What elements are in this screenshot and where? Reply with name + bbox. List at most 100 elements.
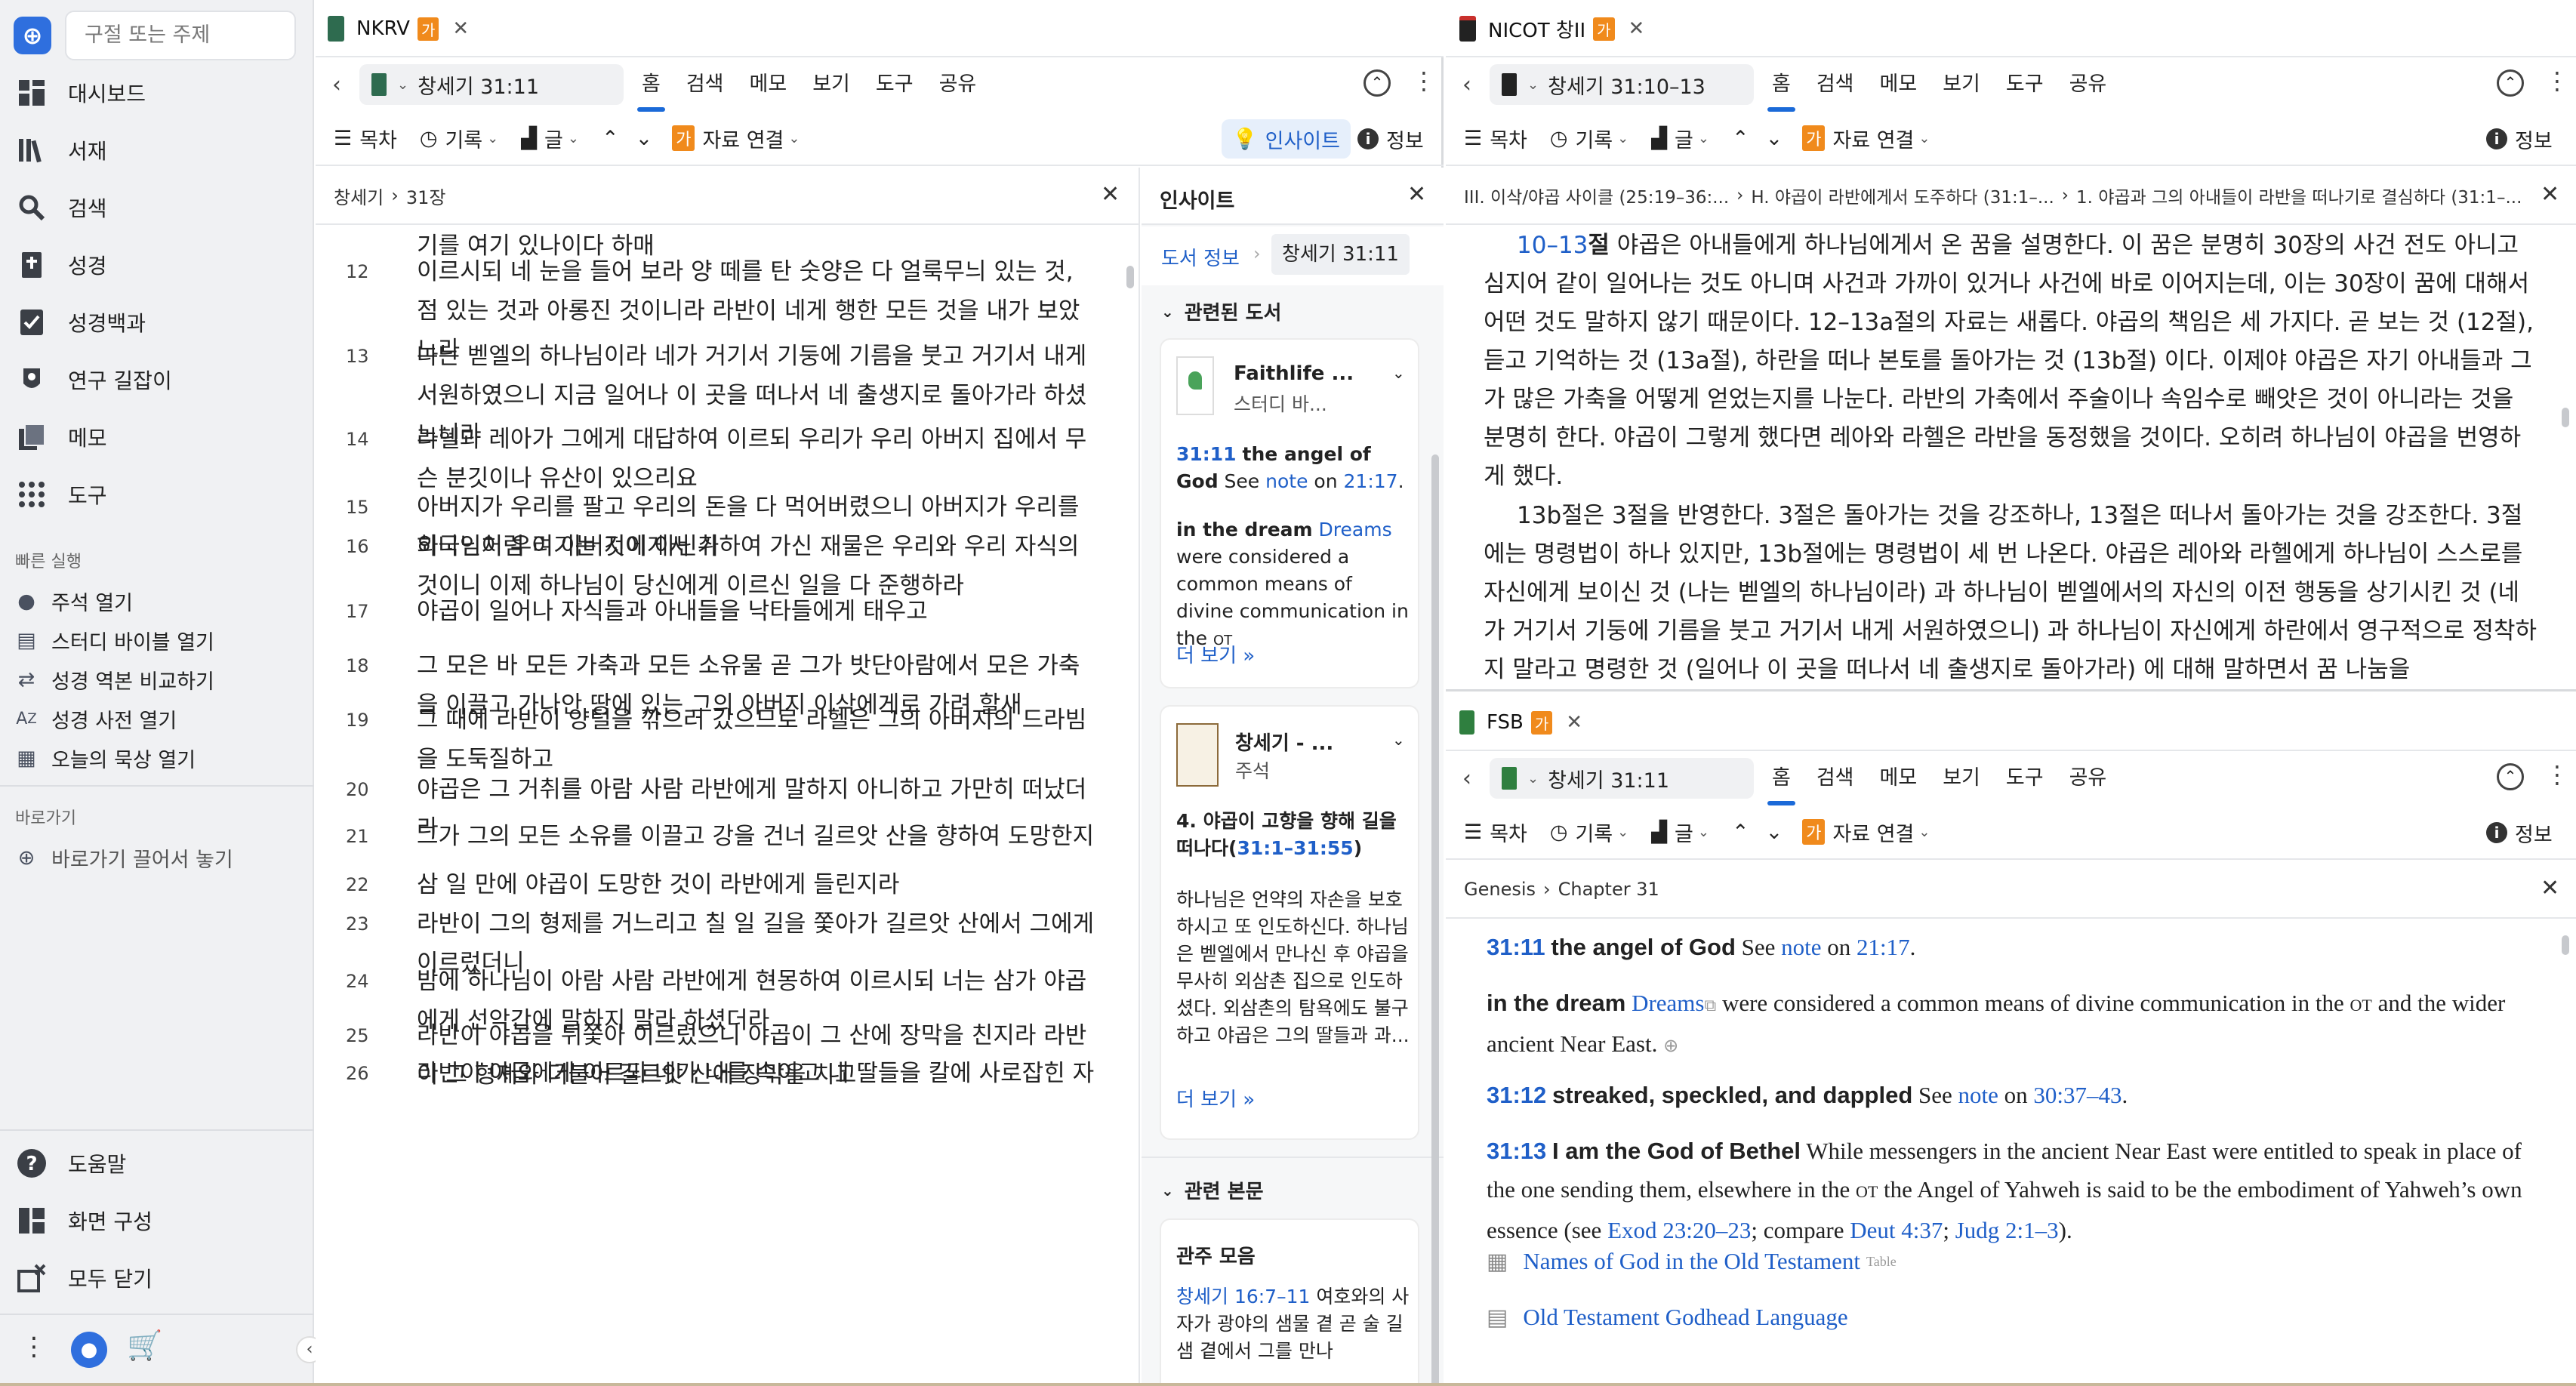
tab-view[interactable]: 보기 — [1943, 57, 1980, 112]
shortcut-drop-zone[interactable]: ⊕ 바로가기 끌어서 놓기 — [0, 838, 314, 877]
note-verse-link[interactable]: 21:17 — [1857, 934, 1910, 960]
insights-button[interactable]: 💡 인사이트 — [1222, 119, 1351, 159]
sidebar-item-factbook[interactable]: 성경백과 — [0, 294, 314, 350]
nkrv-tab[interactable]: NKRV 가 ✕ — [328, 0, 469, 57]
note-ref[interactable]: 31:12 — [1487, 1082, 1546, 1108]
sidebar-item-dashboard[interactable]: 대시보드 — [0, 65, 314, 121]
more-menu-icon[interactable]: ⋮ — [21, 1332, 47, 1362]
info-button[interactable]: i 정보 — [1357, 119, 1424, 159]
more-options-icon[interactable]: ⋮ — [1412, 66, 1436, 95]
sidebar-item-notes[interactable]: 메모 — [0, 409, 314, 465]
related-books-toggle[interactable]: ⌄ 관련된 도서 — [1161, 297, 1281, 325]
nicot-tab[interactable]: NICOT 창II 가 ✕ — [1459, 0, 1644, 57]
crumb-level-1[interactable]: III. 이삭/야곱 사이클 (25:19–36:... — [1464, 183, 1729, 208]
tab-notes[interactable]: 메모 — [1880, 57, 1918, 112]
note-link[interactable]: note — [1781, 934, 1821, 960]
resource-link[interactable]: Old Testament Godhead Language — [1523, 1304, 1847, 1331]
chevron-down-icon[interactable]: ⌄ — [1392, 364, 1405, 382]
reference-box[interactable]: ⌄ 창세기 31:11 — [359, 64, 624, 105]
quick-open-commentary[interactable]: ● 주석 열기 — [0, 581, 314, 621]
reference-box[interactable]: ⌄ 창세기 31:11 — [1490, 758, 1754, 799]
reference-box[interactable]: ⌄ 창세기 31:10–13 — [1490, 64, 1754, 105]
sync-icon[interactable]: ⌃ — [1363, 69, 1391, 97]
close-tab-icon[interactable]: ✕ — [1628, 17, 1645, 40]
prev-button[interactable]: ⌃ — [602, 127, 619, 150]
account-avatar[interactable]: ● — [71, 1332, 107, 1368]
crumb-level-2[interactable]: H. 야곱이 라반에게서 도주하다 (31:1–... — [1751, 183, 2054, 208]
sidebar-item-close-all[interactable]: 모두 닫기 — [0, 1250, 314, 1306]
tab-tools[interactable]: 도구 — [2006, 57, 2044, 112]
tab-share[interactable]: 공유 — [2069, 57, 2107, 112]
info-button[interactable]: i 정보 — [2486, 119, 2553, 159]
sidebar-item-tools[interactable]: 도구 — [0, 467, 314, 522]
dreams-link[interactable]: Dreams — [1319, 519, 1392, 541]
more-options-icon[interactable]: ⋮ — [2545, 760, 2569, 789]
scrollbar-thumb[interactable] — [1126, 266, 1134, 288]
tab-tools[interactable]: 도구 — [2006, 751, 2044, 805]
crumb-level-3[interactable]: 1. 야곱과 그의 아내들이 라반을 떠나기로 결심하다 (31:1–... — [2076, 183, 2522, 208]
text-button[interactable]: ▟ 글 ⌄ — [1651, 818, 1709, 847]
sync-icon[interactable]: ⌃ — [2497, 69, 2524, 97]
crumb-book[interactable]: Genesis — [1464, 879, 1536, 900]
note-ref[interactable]: 31:11 — [1487, 934, 1545, 960]
see-more-link[interactable]: 더 보기 » — [1176, 1084, 1255, 1112]
crumb-book-info[interactable]: 도서 정보 — [1161, 243, 1240, 271]
article-link-row[interactable]: ▤ Old Testament Godhead Language — [1487, 1304, 1848, 1331]
history-button[interactable]: ◷ 기록 ⌄ — [1550, 124, 1628, 153]
toc-button[interactable]: ☰ 목차 — [334, 124, 397, 153]
toc-button[interactable]: ☰ 목차 — [1464, 124, 1527, 153]
tab-home[interactable]: 홈 — [1767, 57, 1795, 112]
note-ref[interactable]: 31:13 — [1487, 1138, 1546, 1164]
next-button[interactable]: ⌄ — [1766, 821, 1783, 844]
quick-open-study-bible[interactable]: ▤ 스터디 바이블 열기 — [0, 621, 314, 660]
close-icon[interactable]: ✕ — [1407, 181, 1426, 208]
info-button[interactable]: i 정보 — [2486, 813, 2553, 852]
tab-home[interactable]: 홈 — [637, 57, 665, 112]
quick-open-dictionary[interactable]: A Z 성경 사전 열기 — [0, 699, 314, 738]
sidebar-item-guides[interactable]: 연구 길잡이 — [0, 352, 314, 408]
next-button[interactable]: ⌄ — [1766, 127, 1783, 150]
chevron-down-icon[interactable]: ⌄ — [1392, 731, 1405, 749]
tab-search[interactable]: 검색 — [1816, 751, 1854, 805]
sidebar-item-layout[interactable]: 화면 구성 — [0, 1193, 314, 1249]
sync-icon[interactable]: ⌃ — [2497, 763, 2524, 790]
see-more-link[interactable]: 더 보기 » — [1176, 640, 1255, 668]
tab-view[interactable]: 보기 — [812, 57, 850, 112]
tab-home[interactable]: 홈 — [1767, 751, 1795, 805]
crumb-reference[interactable]: 창세기 31:11 — [1271, 234, 1410, 275]
back-icon[interactable]: ‹ — [332, 72, 341, 98]
tab-search[interactable]: 검색 — [1816, 57, 1854, 112]
table-link-row[interactable]: ▦ Names of God in the Old Testament Tabl… — [1487, 1248, 1897, 1275]
crumb-book[interactable]: 창세기 — [334, 183, 384, 209]
quick-open-devotional[interactable]: ▦ 오늘의 묵상 열기 — [0, 738, 314, 778]
crumb-chapter[interactable]: 31장 — [406, 183, 446, 209]
tab-share[interactable]: 공유 — [2069, 751, 2107, 805]
scripture-link[interactable]: Deut 4:37 — [1850, 1217, 1943, 1243]
prev-button[interactable]: ⌃ — [1732, 821, 1749, 844]
history-button[interactable]: ◷ 기록 ⌄ — [1550, 818, 1628, 847]
close-tab-icon[interactable]: ✕ — [1566, 711, 1582, 734]
link-set-button[interactable]: 가 자료 연결 ⌄ — [1802, 124, 1930, 153]
back-icon[interactable]: ‹ — [1462, 765, 1471, 792]
scrollbar-thumb[interactable] — [2562, 408, 2569, 427]
passage-link[interactable]: 창세기 16:7–11 — [1176, 1286, 1310, 1307]
cart-icon[interactable]: 🛒 — [127, 1329, 162, 1363]
link-set-button[interactable]: 가 자료 연결 ⌄ — [1802, 818, 1930, 847]
note-link[interactable]: note — [1958, 1082, 1998, 1108]
next-button[interactable]: ⌄ — [636, 127, 653, 150]
text-button[interactable]: ▟ 글 ⌄ — [521, 124, 579, 153]
sidebar-item-bible[interactable]: 성경 — [0, 237, 314, 293]
search-input[interactable]: 구절 또는 주제 — [65, 11, 296, 60]
scripture-link[interactable]: Judg 2:1–3 — [1955, 1217, 2059, 1243]
close-icon[interactable]: ✕ — [1101, 181, 1120, 208]
history-button[interactable]: ◷ 기록 ⌄ — [420, 124, 498, 153]
tab-tools[interactable]: 도구 — [876, 57, 914, 112]
sidebar-item-help[interactable]: ? 도움말 — [0, 1135, 314, 1191]
add-circle-icon[interactable]: ⊕ — [1663, 1036, 1678, 1056]
text-button[interactable]: ▟ 글 ⌄ — [1651, 124, 1709, 153]
close-tab-icon[interactable]: ✕ — [452, 17, 469, 40]
tab-share[interactable]: 공유 — [939, 57, 977, 112]
insight-card-faithlife[interactable]: Faithlife ... 스터디 바... ⌄ 31:11 the angel… — [1160, 338, 1419, 688]
tab-notes[interactable]: 메모 — [1880, 751, 1918, 805]
crumb-chapter[interactable]: Chapter 31 — [1558, 879, 1659, 900]
